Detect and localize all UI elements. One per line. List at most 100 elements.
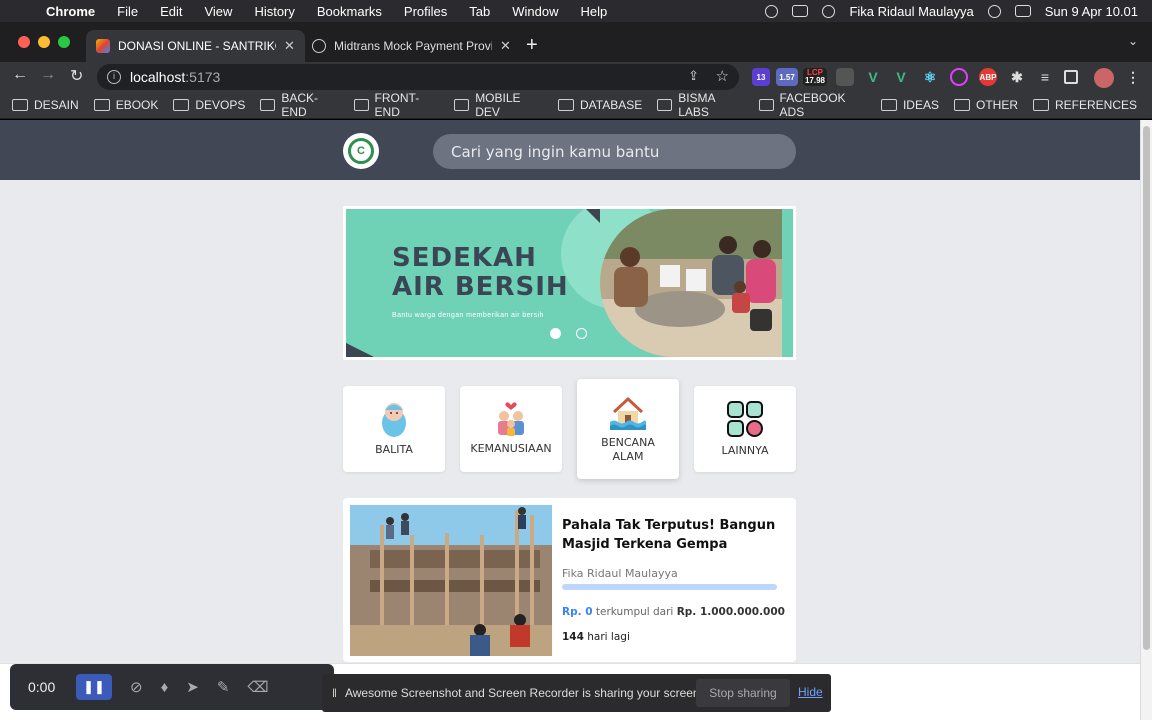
close-window-button[interactable] bbox=[18, 36, 30, 48]
address-url: localhost:5173 bbox=[130, 69, 221, 85]
campaign-card[interactable]: Pahala Tak Terputus! Bangun Masjid Terke… bbox=[343, 498, 796, 662]
share-icon[interactable]: ⇪ bbox=[688, 68, 699, 84]
bookmark-folder[interactable]: FRONT-END bbox=[353, 91, 440, 119]
menu-history[interactable]: History bbox=[254, 4, 294, 19]
back-arrow-icon[interactable]: ← bbox=[12, 66, 28, 84]
menu-edit[interactable]: Edit bbox=[160, 4, 182, 19]
category-label: BENCANA ALAM bbox=[601, 436, 655, 463]
vue-devtools-icon[interactable]: V bbox=[864, 68, 882, 86]
lcp-extension[interactable]: LCP 17.98 bbox=[803, 68, 827, 86]
menu-window[interactable]: Window bbox=[512, 4, 558, 19]
reload-icon[interactable]: ↻ bbox=[70, 66, 83, 86]
vue-devtools-alt-icon[interactable]: V bbox=[892, 68, 910, 86]
banner-decoration bbox=[346, 343, 374, 357]
control-center-icon[interactable] bbox=[1014, 5, 1031, 17]
bookmark-folder[interactable]: EBOOK bbox=[93, 98, 158, 112]
folder-icon bbox=[12, 99, 28, 111]
minimize-window-button[interactable] bbox=[38, 36, 50, 48]
battery-icon[interactable] bbox=[792, 5, 809, 17]
site-logo[interactable]: C bbox=[343, 133, 379, 169]
spotlight-search-icon[interactable] bbox=[987, 4, 1001, 18]
cursor-icon[interactable]: ➤ bbox=[186, 678, 199, 696]
site-info-icon[interactable]: i bbox=[107, 70, 121, 84]
category-kemanusiaan[interactable]: KEMANUSIAAN bbox=[460, 386, 562, 472]
bookmark-folder[interactable]: BISMA LABS bbox=[657, 91, 743, 119]
campaign-amount: Rp. 0 terkumpul dari Rp. 1.000.000.000 bbox=[562, 606, 785, 618]
new-tab-plus-icon[interactable]: + bbox=[526, 34, 538, 57]
bookmark-folder[interactable]: IDEAS bbox=[880, 98, 939, 112]
scrollbar-thumb[interactable] bbox=[1143, 126, 1150, 650]
menu-app-name[interactable]: Chrome bbox=[46, 4, 95, 19]
family-icon bbox=[498, 402, 524, 436]
close-tab-icon[interactable]: ✕ bbox=[500, 38, 511, 54]
bookmark-folder[interactable]: REFERENCES bbox=[1032, 98, 1137, 112]
banner-photo bbox=[600, 209, 782, 357]
menu-bookmarks[interactable]: Bookmarks bbox=[317, 4, 382, 19]
category-balita[interactable]: BALITA bbox=[343, 386, 445, 472]
extension-badge-157[interactable]: 1.57 bbox=[776, 68, 798, 86]
pen-icon[interactable]: ✎ bbox=[217, 678, 230, 696]
adblock-plus-icon[interactable]: ABP bbox=[979, 68, 997, 86]
wifi-icon[interactable] bbox=[822, 4, 836, 18]
browser-toolbar: ← → ↻ i localhost:5173 ⇪ ☆ 13 1.57 LCP 17… bbox=[0, 62, 1152, 92]
recorder-toolbar: 0:00 ❚❚ ⊘ ♦ ➤ ✎ ⌫ bbox=[10, 664, 334, 710]
stop-sharing-button[interactable]: Stop sharing bbox=[696, 679, 790, 707]
menubar-user-name[interactable]: Fika Ridaul Maulayya bbox=[849, 4, 973, 19]
grid-icon bbox=[727, 401, 763, 437]
menu-profiles[interactable]: Profiles bbox=[404, 4, 447, 19]
microphone-status-icon[interactable] bbox=[765, 4, 779, 18]
pause-recording-button[interactable]: ❚❚ bbox=[76, 674, 112, 700]
bookmark-folder[interactable]: DESAIN bbox=[12, 98, 79, 112]
eraser-icon[interactable]: ⌫ bbox=[247, 678, 268, 696]
bookmark-folder[interactable]: MOBILE DEV bbox=[454, 91, 543, 119]
bookmark-star-icon[interactable]: ☆ bbox=[716, 67, 729, 85]
address-bar[interactable]: i localhost:5173 ⇪ ☆ bbox=[97, 64, 739, 90]
zoom-window-button[interactable] bbox=[58, 36, 70, 48]
search-input[interactable] bbox=[433, 134, 796, 169]
hide-sharing-bar-link[interactable]: Hide bbox=[798, 685, 823, 699]
sharing-message: Awesome Screenshot and Screen Recorder i… bbox=[344, 686, 703, 700]
side-panel-icon[interactable] bbox=[1064, 70, 1078, 84]
extension-icon[interactable] bbox=[836, 68, 854, 86]
bookmark-folder[interactable]: FACEBOOK ADS bbox=[758, 91, 866, 119]
react-devtools-icon[interactable]: ⚛ bbox=[921, 68, 939, 86]
slider-dot-active[interactable] bbox=[550, 328, 561, 339]
folder-icon bbox=[953, 99, 970, 111]
folder-icon bbox=[758, 99, 774, 111]
category-bencana-alam[interactable]: BENCANA ALAM bbox=[577, 379, 679, 479]
tab-title: Midtrans Mock Payment Provid bbox=[334, 39, 492, 53]
banner-slide: SEDEKAH AIR BERSIH Bantu warga dengan me… bbox=[346, 209, 793, 357]
menubar-datetime[interactable]: Sun 9 Apr 10.01 bbox=[1045, 4, 1138, 19]
flood-house-icon bbox=[610, 396, 646, 430]
microphone-icon[interactable]: ♦ bbox=[161, 679, 169, 696]
extension-ring-icon[interactable] bbox=[950, 68, 968, 86]
bookmark-folder[interactable]: OTHER bbox=[953, 98, 1018, 112]
bookmark-folder[interactable]: DATABASE bbox=[558, 98, 642, 112]
bookmark-folder[interactable]: BACK-END bbox=[260, 91, 338, 119]
folder-icon bbox=[657, 99, 673, 111]
tab-search-chevron-icon[interactable]: ⌄ bbox=[1128, 34, 1138, 48]
close-tab-icon[interactable]: ✕ bbox=[284, 38, 295, 54]
profile-avatar[interactable] bbox=[1094, 68, 1114, 88]
forward-arrow-icon[interactable]: → bbox=[40, 66, 56, 84]
menu-help[interactable]: Help bbox=[581, 4, 608, 19]
logo-emblem-icon: C bbox=[348, 138, 374, 164]
menu-view[interactable]: View bbox=[204, 4, 232, 19]
tab-midtrans[interactable]: Midtrans Mock Payment Provid ✕ bbox=[302, 30, 521, 62]
slider-dot[interactable] bbox=[576, 328, 587, 339]
category-lainnya[interactable]: LAINNYA bbox=[694, 386, 796, 472]
menu-file[interactable]: File bbox=[117, 4, 138, 19]
banner-slider[interactable]: SEDEKAH AIR BERSIH Bantu warga dengan me… bbox=[343, 206, 796, 360]
camera-off-icon[interactable]: ⊘ bbox=[130, 678, 143, 696]
menu-tab[interactable]: Tab bbox=[469, 4, 490, 19]
bookmarks-bar: DESAIN EBOOK DEVOPS BACK-END FRONT-END M… bbox=[0, 91, 1152, 119]
reading-list-icon[interactable]: ≡ bbox=[1036, 68, 1054, 86]
chrome-menu-kebab-icon[interactable]: ⋮ bbox=[1124, 68, 1142, 86]
campaign-title[interactable]: Pahala Tak Terputus! Bangun Masjid Terke… bbox=[562, 516, 777, 554]
extensions-puzzle-icon[interactable]: ✱ bbox=[1008, 68, 1026, 86]
page-scrollbar[interactable] bbox=[1140, 120, 1152, 720]
bookmark-folder[interactable]: DEVOPS bbox=[173, 98, 245, 112]
extension-badge-13[interactable]: 13 bbox=[752, 68, 770, 86]
folder-icon bbox=[558, 99, 575, 111]
tab-donasi-online[interactable]: DONASI ONLINE - SANTRIKODI ✕ bbox=[86, 30, 305, 62]
